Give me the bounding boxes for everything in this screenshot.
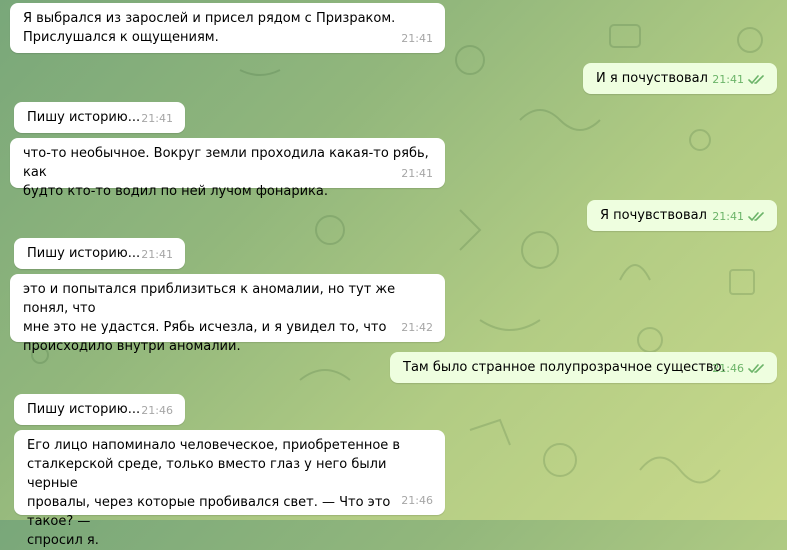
message-incoming[interactable]: Пишу историю... 21:46: [14, 394, 185, 425]
double-check-icon: [748, 74, 765, 85]
message-time: 21:46: [712, 362, 744, 375]
message-time: 21:42: [401, 321, 433, 334]
message-meta: 21:41: [141, 109, 173, 128]
message-incoming[interactable]: Я выбрался из зарослей и присел рядом с …: [10, 3, 445, 53]
double-check-icon: [748, 211, 765, 222]
message-time: 21:46: [141, 404, 173, 417]
message-time: 21:41: [141, 112, 173, 125]
message-meta: 21:41: [712, 70, 765, 89]
message-meta: 21:46: [141, 401, 173, 420]
message-text: это и попытался приблизиться к аномалии,…: [23, 282, 396, 354]
message-text: Я выбрался из зарослей и присел рядом с …: [23, 11, 396, 45]
message-text: Его лицо напоминало человеческое, приобр…: [27, 438, 401, 548]
message-incoming[interactable]: Пишу историю... 21:41: [14, 238, 185, 269]
message-meta: 21:41: [401, 164, 433, 183]
message-meta: 21:41: [401, 29, 433, 48]
double-check-icon: [748, 363, 765, 374]
message-time: 21:41: [712, 73, 744, 86]
message-meta: 21:46: [712, 359, 765, 378]
message-time: 21:41: [401, 32, 433, 45]
message-text: что-то необычное. Вокруг земли проходила…: [23, 146, 429, 199]
message-time: 21:41: [712, 210, 744, 223]
message-meta: 21:41: [141, 245, 173, 264]
message-time: 21:41: [141, 248, 173, 261]
message-outgoing[interactable]: Я почувствовал 21:41: [587, 200, 777, 231]
message-meta: 21:41: [712, 207, 765, 226]
message-time: 21:46: [401, 494, 433, 507]
message-incoming[interactable]: это и попытался приблизиться к аномалии,…: [10, 274, 445, 354]
message-meta: 21:42: [401, 318, 433, 337]
chat-message-list[interactable]: Я выбрался из зарослей и присел рядом с …: [0, 0, 787, 548]
message-outgoing[interactable]: И я почуствовал 21:41: [583, 63, 777, 94]
message-outgoing[interactable]: Там было странное полупрозрачное существ…: [390, 352, 777, 383]
message-incoming[interactable]: Пишу историю... 21:41: [14, 102, 185, 133]
message-time: 21:41: [401, 167, 433, 180]
message-incoming[interactable]: что-то необычное. Вокруг земли проходила…: [10, 138, 445, 199]
message-incoming[interactable]: Его лицо напоминало человеческое, приобр…: [14, 430, 445, 548]
message-meta: 21:46: [401, 491, 433, 510]
